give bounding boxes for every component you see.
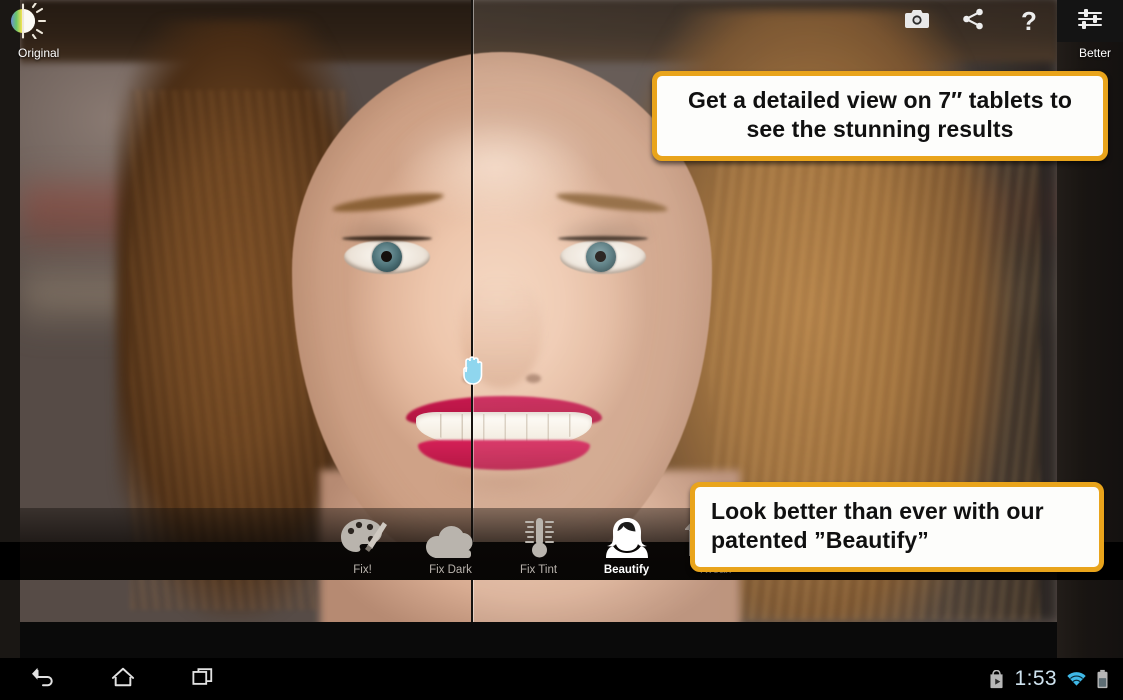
recents-button[interactable] [186,664,220,694]
cloud-icon [423,516,479,560]
clock: 1:53 [1014,667,1057,690]
eyelash-right [558,236,648,241]
hand-drag-icon[interactable] [459,352,487,386]
forehead-highlight [390,105,600,225]
wifi-icon [1066,670,1087,688]
sliders-icon [1077,7,1103,36]
settings-button[interactable] [1057,0,1123,42]
palette-icon [338,516,388,560]
thermometer-icon [522,516,556,560]
editor-stage: Original Better ? Get a detailed view on… [0,0,1123,658]
nostril-right [526,374,541,383]
chin-shadow [438,476,568,502]
share-button[interactable] [945,0,1001,42]
tool-label: Fix Dark [429,564,472,576]
help-button[interactable]: ? [1001,0,1057,42]
battery-icon [1096,669,1109,689]
tool-fix-dark[interactable]: Fix Dark [407,508,495,580]
eyelash-left [342,236,432,241]
tool-fix-tint[interactable]: Fix Tint [495,508,583,580]
photo-editor-app: Original Better ? Get a detailed view on… [0,0,1123,700]
tool-label: Beautify [603,564,650,576]
pupil-right [595,251,606,262]
brightness-sun-icon [6,2,48,40]
pupil-left [381,251,392,262]
tool-beautify[interactable]: Beautify [583,508,671,580]
camera-button[interactable] [889,0,945,42]
back-arrow-icon [30,666,56,693]
system-status-area[interactable]: 1:53 [987,667,1123,691]
android-navigation-bar: 1:53 [0,658,1123,700]
tool-label: Fix! [353,564,372,576]
top-toolbar: ? [889,0,1123,42]
callout-detailed-view: Get a detailed view on 7″ tablets to see… [652,71,1108,161]
share-icon [961,7,985,36]
question-mark-icon: ? [1021,6,1037,36]
woman-face-icon [604,516,650,560]
tool-label: Fix Tint [519,564,558,576]
home-icon [111,666,135,693]
tool-fix[interactable]: Fix! [319,508,407,580]
nav-buttons [0,664,220,694]
home-button[interactable] [106,664,140,694]
callout-beautify-promo: Look better than ever with our patented … [690,482,1104,572]
camera-icon [904,8,930,35]
recent-apps-icon [191,666,215,693]
play-store-icon [987,669,1006,689]
back-button[interactable] [26,664,60,694]
